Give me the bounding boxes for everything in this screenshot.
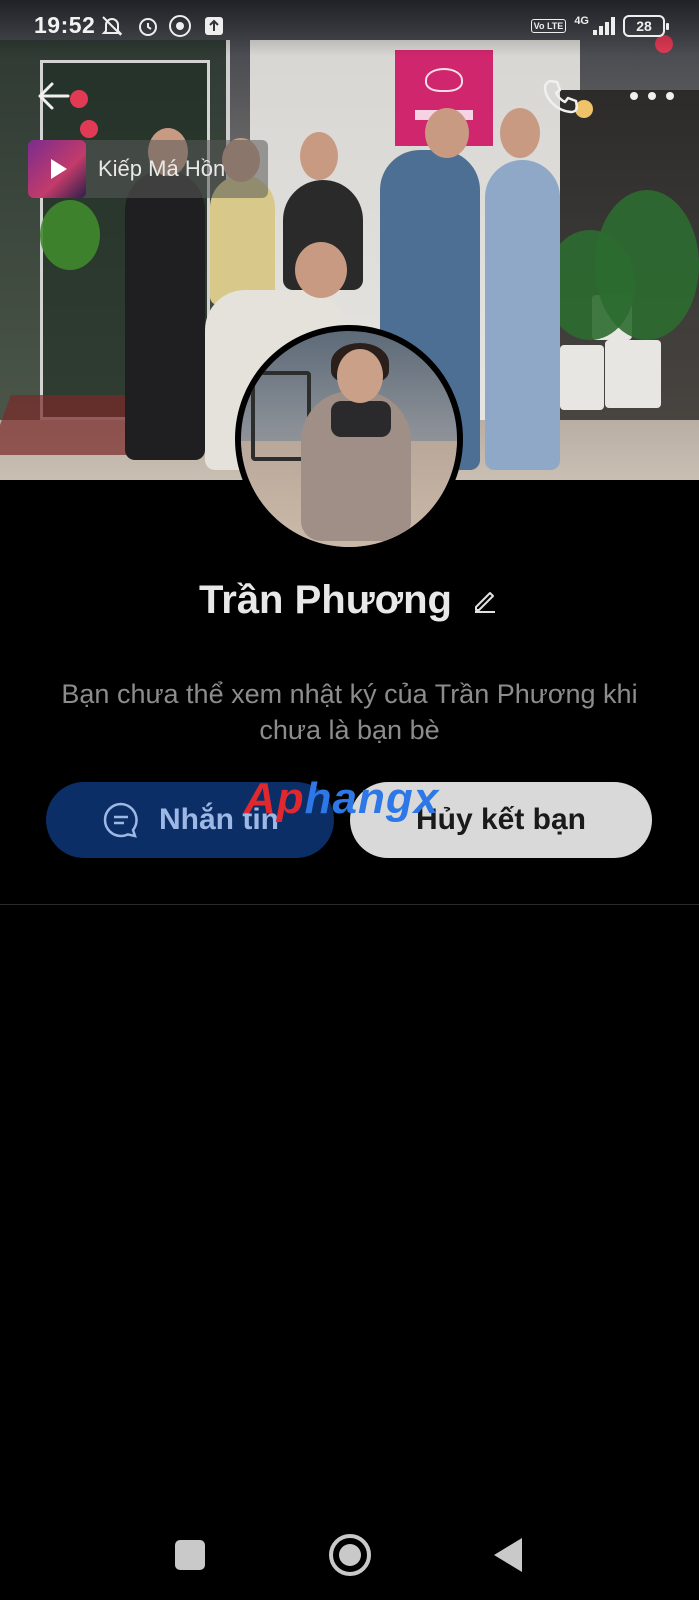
person-head	[425, 108, 469, 158]
alarm-icon	[139, 18, 157, 36]
music-title: Kiếp Má Hồn	[98, 156, 226, 181]
watermark-part-1: Ap	[244, 774, 305, 823]
back-button[interactable]	[34, 76, 74, 116]
section-divider	[0, 904, 699, 905]
profile-avatar[interactable]	[235, 325, 463, 553]
system-back-button[interactable]	[494, 1538, 522, 1572]
avatar-head	[337, 349, 383, 403]
diary-restricted-notice: Bạn chưa thể xem nhật ký của Trần Phương…	[61, 679, 638, 745]
app-notification-icon	[169, 15, 191, 37]
plant-pot	[560, 345, 604, 410]
phone-icon	[543, 79, 579, 114]
unfriend-button-label: Hủy kết bạn	[415, 803, 587, 836]
watermark-logo: Aphangx	[244, 774, 439, 824]
more-dots-icon	[630, 92, 638, 100]
more-dot	[648, 92, 656, 100]
plant-pot	[605, 340, 661, 408]
avatar-top	[331, 401, 391, 437]
arrow-left-icon	[38, 82, 70, 110]
volte-indicator: Vo LTE	[530, 19, 567, 33]
status-right: Vo LTE 4G 28	[530, 12, 669, 40]
person-head	[300, 132, 338, 180]
profile-name-row: Trần Phương	[0, 570, 699, 630]
home-button[interactable]	[329, 1534, 371, 1576]
lotus-logo-icon	[425, 68, 463, 92]
person-head	[500, 108, 540, 158]
music-thumbnail[interactable]	[28, 140, 86, 198]
flower	[80, 120, 98, 138]
status-bar: 19:52 Vo LTE 4G 28	[0, 0, 699, 56]
plant	[595, 190, 699, 340]
network-type: 4G	[574, 15, 589, 27]
person-1	[125, 170, 205, 460]
pencil-icon[interactable]	[470, 585, 500, 615]
more-options-button[interactable]	[630, 84, 674, 108]
bell-muted-icon	[101, 16, 123, 36]
battery-level: 28	[636, 18, 652, 34]
upload-icon	[205, 17, 223, 35]
signal-icon	[593, 17, 615, 35]
person-head	[295, 242, 347, 298]
more-dot	[666, 92, 674, 100]
battery-icon: 28	[623, 15, 669, 37]
call-button[interactable]	[540, 76, 580, 116]
person-5	[485, 160, 560, 470]
profile-name: Trần Phương	[199, 577, 452, 622]
watermark-part-2: hangx	[304, 774, 440, 823]
plant	[40, 200, 100, 270]
chat-bubble-icon	[103, 802, 138, 838]
play-icon	[51, 159, 67, 179]
profile-music-chip[interactable]: Kiếp Má Hồn	[28, 140, 268, 198]
recent-apps-button[interactable]	[175, 1540, 205, 1570]
status-time: 19:52	[34, 12, 96, 38]
system-navigation-bar	[0, 1510, 699, 1600]
